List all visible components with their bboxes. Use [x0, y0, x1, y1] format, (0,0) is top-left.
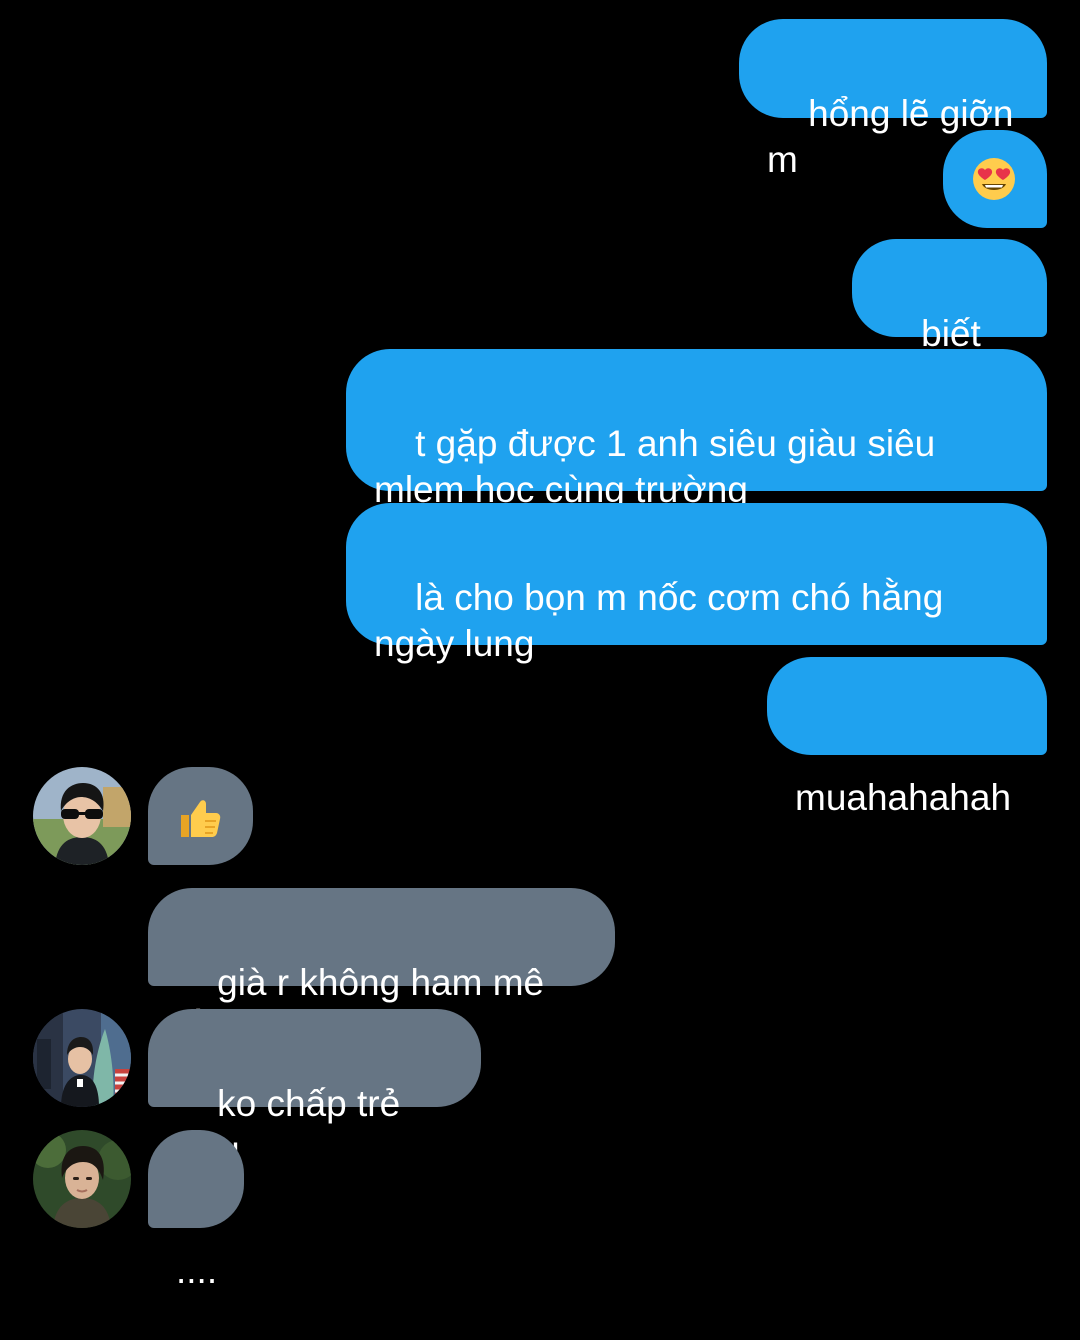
message-text: t gặp được 1 anh siêu giàu siêu mlem học…	[374, 423, 946, 510]
friend-2-avatar[interactable]	[33, 1009, 131, 1107]
avatar-photo-image	[33, 1009, 131, 1107]
thumbs-up-emoji-icon	[181, 800, 221, 837]
sent-message-bubble[interactable]: biết đâu	[852, 239, 1047, 400]
message-text: là cho bọn m nốc cơm chó hằng ngày lung	[374, 577, 954, 664]
sent-message-bubble[interactable]: hổng lẽ giỡn m	[739, 19, 1047, 180]
sent-emoji-bubble[interactable]	[943, 130, 1047, 228]
avatar-photo-image	[33, 767, 131, 865]
avatar-photo-image	[33, 1130, 131, 1228]
heart-eyes-emoji-icon	[973, 158, 1015, 200]
sent-message-bubble[interactable]: là cho bọn m nốc cơm chó hằng ngày lung	[346, 503, 1047, 664]
friend-3-avatar[interactable]	[33, 1130, 131, 1228]
chat-thread: hổng lẽ giỡn m biết đâu t gặp được 1 anh…	[0, 0, 1080, 1291]
friend-1-avatar[interactable]	[33, 767, 131, 865]
received-emoji-bubble[interactable]	[148, 767, 253, 865]
received-message-bubble[interactable]: ....	[148, 1130, 244, 1291]
received-message-bubble[interactable]: ko chấp trẻ trâu	[148, 1009, 481, 1170]
sent-message-bubble[interactable]: muahahahah	[767, 657, 1047, 818]
message-text: muahahahah	[795, 777, 1012, 818]
received-message-bubble[interactable]: già r không ham mê lắm	[148, 888, 615, 1049]
sent-message-bubble[interactable]: t gặp được 1 anh siêu giàu siêu mlem học…	[346, 349, 1047, 510]
